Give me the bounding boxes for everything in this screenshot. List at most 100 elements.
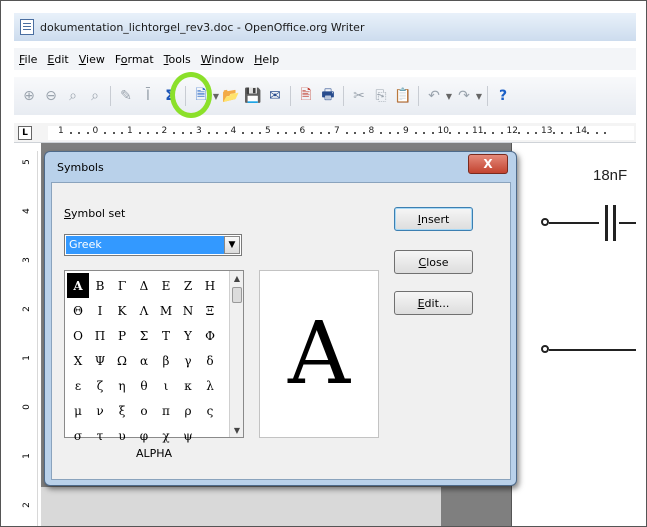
symbol-cell[interactable]: ι [155, 373, 177, 398]
symbol-cell[interactable]: ς [199, 398, 221, 423]
symbol-cell[interactable]: ρ [177, 398, 199, 423]
zoom-out-icon[interactable]: ⊖ [40, 85, 62, 107]
symbol-cell[interactable]: φ [133, 423, 155, 448]
symbol-cell[interactable]: χ [155, 423, 177, 448]
chevron-down-icon[interactable]: ▼ [224, 236, 240, 254]
insert-field-icon[interactable]: Ī [137, 85, 159, 107]
symbol-cell[interactable]: ψ [177, 423, 199, 448]
symbol-cell[interactable]: Ν [177, 298, 199, 323]
menu-item[interactable]: View [74, 53, 110, 66]
ruler-tick [259, 132, 262, 134]
symbol-grid-scrollbar[interactable]: ▲ ▼ [229, 271, 243, 437]
symbol-cell[interactable]: Θ [67, 298, 89, 323]
symbol-cell-selected[interactable]: Α [67, 273, 89, 298]
symbol-cell[interactable]: π [155, 398, 177, 423]
undo-dropdown-arrow[interactable]: ▼ [445, 92, 453, 101]
menu-item[interactable]: File [14, 53, 42, 66]
ruler-tick [250, 132, 253, 134]
symbol-cell[interactable]: ν [89, 398, 111, 423]
menu-item[interactable]: Edit [42, 53, 73, 66]
open-folder-icon[interactable]: 📂 [220, 85, 242, 107]
print-icon[interactable]: 🖶 [317, 85, 339, 107]
symbol-cell[interactable]: λ [199, 373, 221, 398]
symbol-cell[interactable]: Β [89, 273, 111, 298]
symbol-cell[interactable]: η [111, 373, 133, 398]
symbol-cell[interactable]: Γ [111, 273, 133, 298]
ruler-tick [285, 132, 288, 134]
ruler-tick [276, 132, 279, 134]
copy-icon[interactable]: ⎘ [370, 85, 392, 107]
symbol-cell[interactable]: τ [89, 423, 111, 448]
new-dropdown-arrow[interactable]: ▼ [212, 92, 220, 101]
symbol-cell[interactable]: κ [177, 373, 199, 398]
email-icon[interactable]: ✉ [264, 85, 286, 107]
symbol-cell[interactable]: Π [89, 323, 111, 348]
symbol-cell[interactable]: Ρ [111, 323, 133, 348]
ruler-tick [492, 132, 495, 134]
symbol-cell[interactable]: ε [67, 373, 89, 398]
dialog-titlebar[interactable]: Symbols X [45, 152, 516, 182]
insert-button[interactable]: Insert [394, 207, 473, 231]
menu-item[interactable]: Tools [159, 53, 196, 66]
symbol-cell[interactable]: Χ [67, 348, 89, 373]
export-pdf-icon[interactable]: 🖹 [295, 85, 317, 107]
help-icon[interactable]: ? [492, 85, 514, 107]
redo-icon[interactable]: ↷ [453, 85, 475, 107]
symbol-cell[interactable]: Λ [133, 298, 155, 323]
undo-icon[interactable]: ↶ [423, 85, 445, 107]
symbol-cell[interactable]: Ζ [177, 273, 199, 298]
menu-item[interactable]: Window [196, 53, 249, 66]
symbol-cell[interactable]: Ο [67, 323, 89, 348]
menu-bar: File Edit View Format Tools Window Help [14, 48, 636, 70]
symbol-set-dropdown[interactable]: Greek ▼ [64, 234, 242, 256]
scroll-down-arrow[interactable]: ▼ [230, 423, 244, 437]
symbol-cell[interactable]: υ [111, 423, 133, 448]
ruler-label: 14 [575, 126, 587, 136]
symbol-cell[interactable]: Φ [199, 323, 221, 348]
symbol-cell[interactable]: Κ [111, 298, 133, 323]
symbol-cell[interactable]: μ [67, 398, 89, 423]
zoom-page-icon[interactable]: ⌕ [62, 85, 84, 107]
symbol-cell[interactable]: ο [133, 398, 155, 423]
zoom-fit-icon[interactable]: ⌕ [84, 85, 106, 107]
save-icon[interactable]: 💾 [242, 85, 264, 107]
symbol-cell[interactable]: Ψ [89, 348, 111, 373]
draw-pen-icon[interactable]: ✎ [115, 85, 137, 107]
edit-button[interactable]: Edit... [394, 291, 473, 315]
symbol-grid: ΑΒΓΔΕΖΗ ΘΙΚΛΜΝΞ ΟΠΡΣΤΥΦ ΧΨΩαβγδ εζηθικλ μνξοπ… [67, 273, 221, 448]
symbol-cell[interactable]: γ [177, 348, 199, 373]
symbol-cell[interactable]: Σ [133, 323, 155, 348]
zoom-in-icon[interactable]: ⊕ [18, 85, 40, 107]
close-button[interactable]: Close [394, 250, 473, 274]
page-area-left [41, 487, 441, 526]
symbol-cell[interactable]: δ [199, 348, 221, 373]
symbol-cell[interactable]: Ξ [199, 298, 221, 323]
symbol-cell[interactable]: Ω [111, 348, 133, 373]
scroll-thumb[interactable] [232, 287, 242, 303]
symbol-cell[interactable]: α [133, 348, 155, 373]
symbol-cell[interactable]: σ [67, 423, 89, 448]
ruler-label: 12 [506, 126, 518, 136]
symbol-cell[interactable]: Υ [177, 323, 199, 348]
symbol-cell[interactable]: Μ [155, 298, 177, 323]
dialog-close-button[interactable]: X [468, 154, 508, 174]
tab-stop-selector[interactable]: L [18, 126, 32, 140]
symbol-cell[interactable]: Ε [155, 273, 177, 298]
symbol-cell[interactable]: Η [199, 273, 221, 298]
symbol-cell[interactable]: β [155, 348, 177, 373]
symbol-cell[interactable]: ξ [111, 398, 133, 423]
symbol-cell[interactable]: ζ [89, 373, 111, 398]
paste-icon[interactable]: 📋 [392, 85, 414, 107]
symbol-cell[interactable]: Ι [89, 298, 111, 323]
document-page[interactable] [511, 143, 636, 526]
symbol-cell[interactable]: Δ [133, 273, 155, 298]
toolbar-separator [343, 86, 344, 106]
ruler-label: 1 [127, 126, 133, 136]
symbol-cell[interactable]: θ [133, 373, 155, 398]
menu-item[interactable]: Help [249, 53, 284, 66]
redo-dropdown-arrow[interactable]: ▼ [475, 92, 483, 101]
scroll-up-arrow[interactable]: ▲ [230, 271, 244, 285]
cut-icon[interactable]: ✂ [348, 85, 370, 107]
symbol-cell[interactable]: Τ [155, 323, 177, 348]
menu-item[interactable]: Format [110, 53, 159, 66]
